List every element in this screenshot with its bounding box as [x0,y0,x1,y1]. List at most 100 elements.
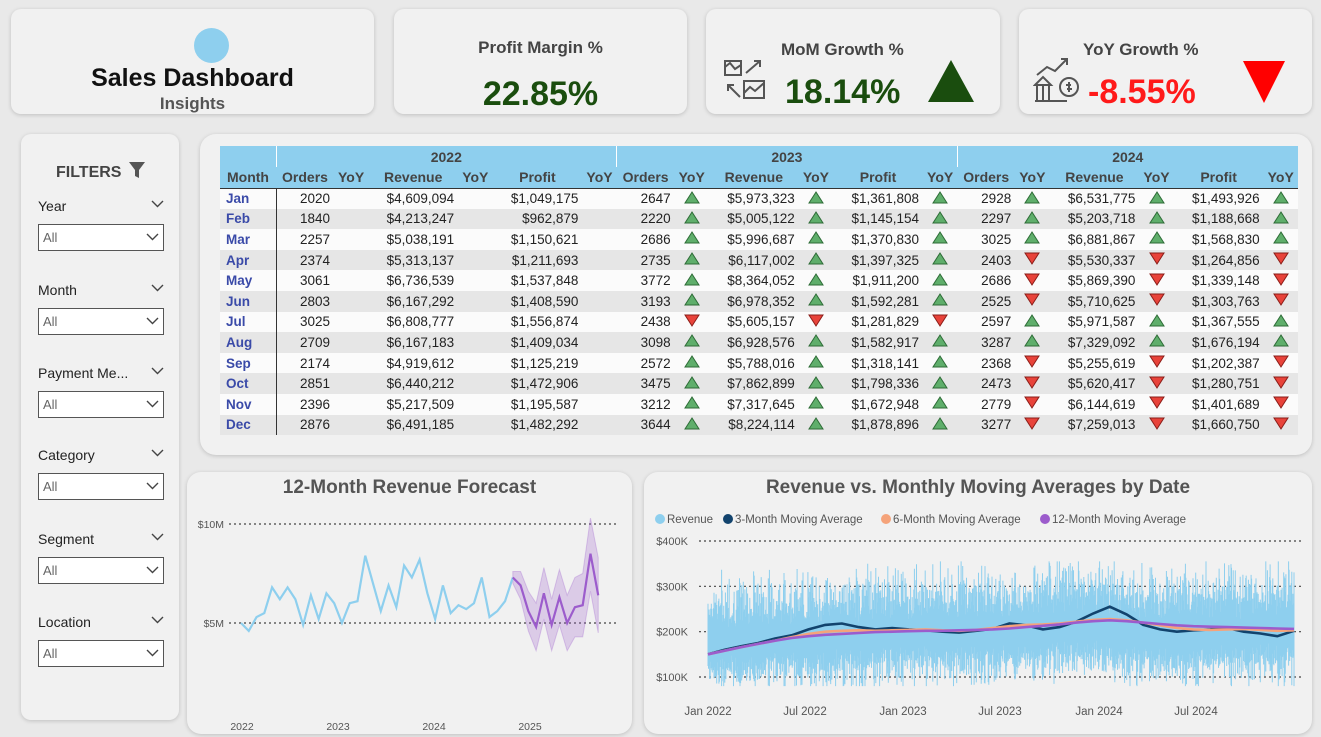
tick-label: Jan 2024 [1075,706,1123,718]
trend-up-icon [1263,311,1298,333]
table-row: Mar 2257 $5,038,191 $1,150,621 2686 $5,996,68… [220,229,1298,250]
column-header-orders[interactable]: Orders [276,167,334,189]
filter-4: Segment All [38,531,164,584]
column-header-month[interactable]: Month [220,167,276,189]
column-header-orders[interactable]: Orders [616,167,675,189]
column-header-profit[interactable]: Profit [833,167,924,189]
filter-dropdown[interactable]: All [38,224,164,251]
filter-dropdown[interactable]: All [38,391,164,418]
column-header-yoy[interactable]: YoY [923,167,958,189]
value-cell: 2020 [276,188,334,209]
column-header-profit[interactable]: Profit [492,167,583,189]
column-header-yoy[interactable]: YoY [458,167,493,189]
year-header[interactable]: 2023 [616,146,958,167]
value-cell: $5,313,137 [368,249,459,271]
trend-down-icon [1015,249,1050,271]
kpi-value: 18.14% [785,73,901,111]
month-cell: Apr [220,249,277,271]
trend-down-icon [1243,61,1285,103]
value-cell: 2368 [957,352,1016,374]
column-header-yoy[interactable]: YoY [1263,167,1298,189]
revenue-forecast-chart[interactable]: $10M $5M 2022 2023 2024 2025 [187,472,632,734]
filter-value: All [43,230,58,245]
column-header-orders[interactable]: Orders [957,167,1016,189]
table-row: Jul 3025 $6,808,777 $1,556,874 2438 $5,605,15… [220,311,1298,333]
column-header-revenue[interactable]: Revenue [708,167,799,189]
trend-down-icon [1015,290,1050,312]
month-cell: Nov [220,393,277,415]
filter-label[interactable]: Payment Me... [38,365,164,387]
year-header[interactable]: 2022 [275,146,617,167]
month-cell: Oct [220,373,277,394]
tick-label: Jul 2024 [1174,706,1218,718]
trend-up-icon [674,270,709,291]
legend-label: Revenue [667,514,713,526]
column-header-yoy[interactable]: YoY [582,167,617,189]
trend-up-icon [674,414,709,436]
month-cell: May [220,270,277,291]
value-cell: $6,531,775 [1049,188,1140,209]
filter-dropdown[interactable]: All [38,557,164,584]
value-cell: 2220 [616,208,675,230]
value-cell: $1,568,830 [1173,229,1264,250]
value-cell: $5,971,587 [1049,311,1140,333]
filter-label[interactable]: Location [38,614,164,636]
tick-label: Jul 2023 [978,706,1021,718]
value-cell: $6,928,576 [708,332,799,353]
trend-up-icon [1139,332,1174,353]
value-cell: $5,973,323 [708,188,799,209]
filter-label[interactable]: Segment [38,531,164,553]
column-header-yoy[interactable]: YoY [674,167,709,189]
filter-label[interactable]: Month [38,282,164,304]
value-cell: 2851 [276,373,334,394]
value-cell: 2686 [957,270,1016,291]
table-row: May 3061 $6,736,539 $1,537,848 3772 $8,364,05… [220,270,1298,291]
trend-up-icon [923,393,958,415]
filter-label[interactable]: Category [38,447,164,469]
column-header-yoy[interactable]: YoY [1015,167,1050,189]
column-header-revenue[interactable]: Revenue [1049,167,1140,189]
trend-down-icon [1139,414,1174,436]
corner-cell [220,146,276,167]
table-row: Aug 2709 $6,167,183 $1,409,034 3098 $6,928,57… [220,332,1298,353]
trend-up-icon [1015,208,1050,230]
filter-label[interactable]: Year [38,198,164,220]
kpi-label: MoM Growth % [781,40,904,59]
trend-down-icon [1139,393,1174,415]
trend-down-icon [1263,393,1298,415]
trend-up-icon [798,373,834,394]
filter-1: Month All [38,282,164,335]
trend-up-icon [923,188,958,209]
value-cell [458,188,493,209]
value-cell: $5,038,191 [368,229,459,250]
column-header-revenue[interactable]: Revenue [368,167,459,189]
value-cell [582,290,617,312]
value-cell: 2709 [276,332,334,353]
column-header-yoy[interactable]: YoY [798,167,834,189]
value-cell [334,373,369,394]
filter-dropdown[interactable]: All [38,640,164,667]
filter-2: Payment Me... All [38,365,164,418]
trend-up-icon [928,60,974,102]
value-cell [458,229,493,250]
kpi-value: -8.55% [1088,73,1196,111]
column-header-yoy[interactable]: YoY [1139,167,1174,189]
value-cell: $1,878,896 [833,414,924,436]
filter-dropdown[interactable]: All [38,473,164,500]
value-cell: $5,605,157 [708,311,799,333]
tick-label: $5M [204,618,224,630]
value-cell: 3475 [616,373,675,394]
year-header[interactable]: 2024 [956,146,1298,167]
trend-down-icon [1139,270,1174,291]
trend-up-icon [798,270,834,291]
column-header-profit[interactable]: Profit [1173,167,1264,189]
value-cell: 3287 [957,332,1016,353]
trend-down-icon [1263,414,1298,436]
value-cell [582,311,617,333]
value-cell: 2779 [957,393,1016,415]
moving-average-chart[interactable]: Revenue 3-Month Moving Average 6-Month Mov… [644,472,1312,734]
column-header-yoy[interactable]: YoY [334,167,369,189]
filter-dropdown[interactable]: All [38,308,164,335]
table-row: Feb 1840 $4,213,247 $962,879 2220 $5,005,122 $… [220,208,1298,230]
tick-label: $10M [198,519,224,531]
